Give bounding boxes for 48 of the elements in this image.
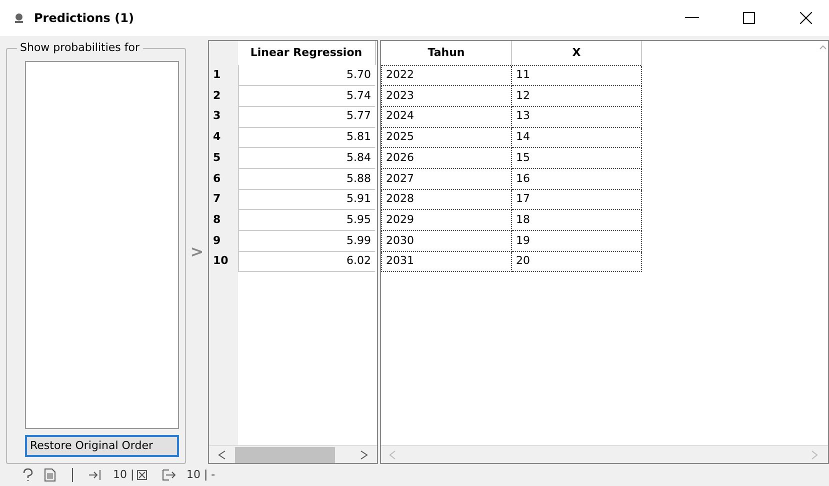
table-cell: 2030 — [382, 230, 512, 252]
table-cell: 5.91 — [238, 189, 375, 210]
table-cell: 18 — [512, 210, 642, 230]
table-cell: 16 — [512, 168, 642, 190]
table-cell: 6.02 — [238, 251, 375, 272]
window-title: Predictions (1) — [34, 10, 134, 27]
help-icon[interactable] — [22, 468, 34, 482]
close-icon[interactable] — [800, 12, 812, 24]
table-cell: 5.99 — [238, 230, 375, 252]
column-header: X — [512, 41, 642, 65]
table-cell: 5.77 — [238, 106, 375, 128]
table-cell: 5.70 — [238, 65, 375, 86]
output-count: 10 | - — [186, 466, 216, 483]
maximize-icon[interactable] — [743, 12, 755, 24]
table-cell: 19 — [512, 230, 642, 252]
table-cell: 15 — [512, 148, 642, 168]
table-cell: 20 — [512, 251, 642, 272]
table-cell: 5.95 — [238, 210, 375, 230]
table-cell: 5.81 — [238, 127, 375, 148]
app-icon — [14, 13, 24, 23]
input-count: 10 | — [113, 466, 134, 483]
table-cell: 12 — [512, 86, 642, 106]
table-cell: 2025 — [382, 127, 512, 148]
table-cell: 2031 — [382, 251, 512, 272]
column-header: Tahun — [382, 41, 512, 65]
table-cell: 5.88 — [238, 168, 375, 190]
column-header: Linear Regression — [238, 41, 375, 65]
table-cell: 14 — [512, 127, 642, 148]
checkbox-icon — [136, 470, 147, 480]
table-cell: 2022 — [382, 65, 512, 86]
group-title: Show probabilities for — [17, 40, 143, 56]
restore-order-button[interactable]: Restore Original Order — [25, 434, 179, 457]
table-cell: 5.84 — [238, 148, 375, 168]
table-cell: 2026 — [382, 148, 512, 168]
table-cell: 2023 — [382, 86, 512, 106]
minimize-icon[interactable] — [685, 17, 699, 19]
table-cell: 2029 — [382, 210, 512, 230]
table-cell: 2027 — [382, 168, 512, 190]
scrollbar-thumb[interactable] — [235, 446, 335, 462]
table-cell: 17 — [512, 189, 642, 210]
input-icon — [89, 469, 103, 481]
document-icon[interactable] — [44, 468, 56, 482]
table-cell: 11 — [512, 65, 642, 86]
table-cell: 2024 — [382, 106, 512, 128]
table-cell: 13 — [512, 106, 642, 128]
table-cell: 5.74 — [238, 86, 375, 106]
output-icon — [162, 469, 176, 481]
table-cell: 2028 — [382, 189, 512, 210]
